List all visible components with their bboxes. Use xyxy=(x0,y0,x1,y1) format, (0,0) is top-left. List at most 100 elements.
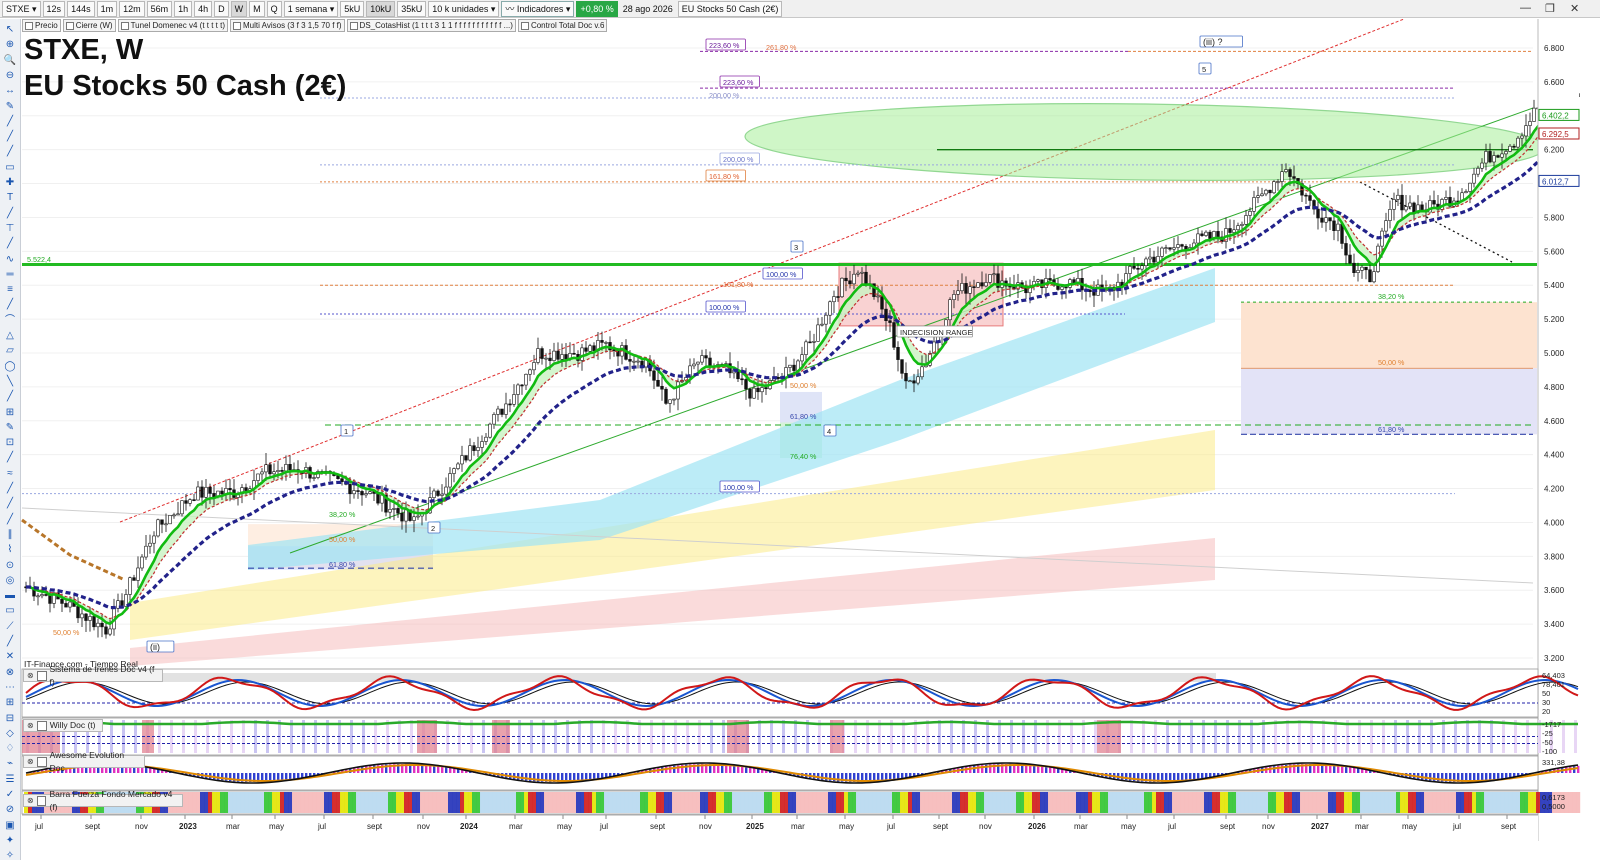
restore-icon[interactable]: ❐ xyxy=(1545,2,1555,15)
drawing-tool-icon[interactable]: ◎ xyxy=(3,574,17,587)
drawing-tool-icon[interactable]: ✦ xyxy=(3,834,17,847)
drawing-tool-icon[interactable]: ◇ xyxy=(3,727,17,740)
drawing-tool-icon[interactable]: T xyxy=(3,191,17,204)
drawing-tool-icon[interactable]: △ xyxy=(3,329,17,342)
drawing-tool-icon[interactable]: ⋯ xyxy=(3,681,17,694)
drawing-tool-icon[interactable]: ◯ xyxy=(3,360,17,373)
drawing-tool-icon[interactable]: ⊙ xyxy=(3,559,17,572)
drawing-tool-icon[interactable]: ═ xyxy=(3,268,17,281)
drawing-tool-icon[interactable]: ⌒ xyxy=(3,314,17,327)
timeframe-button-144s[interactable]: 144s xyxy=(67,1,95,17)
drawing-tool-icon[interactable]: ▬ xyxy=(3,589,17,602)
checkbox-icon[interactable] xyxy=(37,671,47,681)
checkbox-icon[interactable] xyxy=(233,22,241,30)
drawing-tool-icon[interactable]: ⊡ xyxy=(3,436,17,449)
timeframe-button-d[interactable]: D xyxy=(214,1,229,17)
panel-label-awesome[interactable]: ⊗Awesome Evolution Doc xyxy=(23,755,145,768)
drawing-tool-icon[interactable]: ╱ xyxy=(3,130,17,143)
drawing-tool-icon[interactable]: ↔ xyxy=(3,84,17,97)
panel-label-trenes[interactable]: ⊗Sistema de trenes Doc v4 (f f) xyxy=(23,669,163,682)
timeframe-button-q[interactable]: Q xyxy=(267,1,282,17)
drawing-tool-icon[interactable]: ⊤ xyxy=(3,222,17,235)
checkbox-icon[interactable] xyxy=(37,796,47,806)
checkbox-icon[interactable] xyxy=(37,721,47,731)
instrument-label[interactable]: EU Stocks 50 Cash (2€) xyxy=(678,1,783,17)
timeframe-button-56m[interactable]: 56m xyxy=(147,1,173,17)
timeframe-button-w[interactable]: W xyxy=(231,1,248,17)
drawing-tool-icon[interactable]: ⊞ xyxy=(3,696,17,709)
drawing-tool-icon[interactable]: ∥ xyxy=(3,528,17,541)
drawing-tool-icon[interactable]: ↖ xyxy=(3,23,17,36)
drawing-tool-icon[interactable]: ≡ xyxy=(3,283,17,296)
drawing-tool-icon[interactable]: ⊞ xyxy=(3,406,17,419)
drawing-tool-icon[interactable]: ✚ xyxy=(3,176,17,189)
close-icon[interactable]: ⊗ xyxy=(27,669,34,682)
price-chart[interactable]: 6.8006.6006.4006.2006.0005.8005.6005.400… xyxy=(21,19,1600,860)
drawing-tool-icon[interactable]: ╱ xyxy=(3,115,17,128)
drawing-tool-icon[interactable]: ╱ xyxy=(3,497,17,510)
drawing-tool-icon[interactable]: 🔍 xyxy=(3,54,17,67)
drawing-tool-icon[interactable]: ✕ xyxy=(3,650,17,663)
unit-button-10ku[interactable]: 10kU xyxy=(366,1,395,17)
close-icon[interactable]: ⊗ xyxy=(27,794,34,807)
panel-label-barra[interactable]: ⊗Barra Fuerza Fondo Mercado v4 (f) xyxy=(23,794,183,807)
timeframe-button-m[interactable]: M xyxy=(249,1,265,17)
drawing-tool-icon[interactable]: ╱ xyxy=(3,145,17,158)
indicator-tab[interactable]: Tunel Domenec v4 (t t t t t) xyxy=(118,19,228,32)
checkbox-icon[interactable] xyxy=(25,22,33,30)
drawing-tool-icon[interactable]: ✧ xyxy=(3,849,17,862)
drawing-tool-icon[interactable]: ⌇ xyxy=(3,543,17,556)
indicator-tab[interactable]: DS_CotasHist (1 t t t 3 1 1 f f f f f f … xyxy=(347,19,516,32)
drawing-tool-icon[interactable]: ✎ xyxy=(3,100,17,113)
symbol-selector[interactable]: STXE ▾ xyxy=(2,1,41,17)
drawing-tool-icon[interactable]: ⊘ xyxy=(3,803,17,816)
drawing-tool-icon[interactable]: ╱ xyxy=(3,451,17,464)
drawing-tool-icon[interactable]: ╱ xyxy=(3,635,17,648)
checkbox-icon[interactable] xyxy=(37,757,47,767)
minimize-icon[interactable]: — xyxy=(1520,2,1531,14)
drawing-tool-icon[interactable]: ✎ xyxy=(3,421,17,434)
checkbox-icon[interactable] xyxy=(66,22,74,30)
drawing-tool-icon[interactable]: ╱ xyxy=(3,237,17,250)
drawing-tool-icon[interactable]: ╱ xyxy=(3,513,17,526)
drawing-tool-icon[interactable]: ♢ xyxy=(3,742,17,755)
drawing-tool-icon[interactable]: ▣ xyxy=(3,819,17,832)
indicator-tab[interactable]: Control Total Doc v.6 xyxy=(518,19,608,32)
drawing-tool-icon[interactable]: ⌁ xyxy=(3,757,17,770)
drawing-tool-icon[interactable]: ╲ xyxy=(3,375,17,388)
drawing-tool-icon[interactable]: ╱ xyxy=(3,390,17,403)
indicator-tab[interactable]: Precio xyxy=(22,19,61,32)
timeframe-button-4h[interactable]: 4h xyxy=(194,1,212,17)
checkbox-icon[interactable] xyxy=(521,22,529,30)
drawing-tool-icon[interactable]: ╱ xyxy=(3,298,17,311)
timeframe-button-1m[interactable]: 1m xyxy=(97,1,118,17)
drawing-tool-icon[interactable]: ≈ xyxy=(3,467,17,480)
drawing-tool-icon[interactable]: ⊕ xyxy=(3,38,17,51)
timeframe-button-12s[interactable]: 12s xyxy=(43,1,66,17)
drawing-tool-icon[interactable]: ☰ xyxy=(3,773,17,786)
checkbox-icon[interactable] xyxy=(350,22,358,30)
timeframe-button-1h[interactable]: 1h xyxy=(174,1,192,17)
indicator-tab[interactable]: Multi Avisos (3 f 3 1,5 70 f f) xyxy=(230,19,345,32)
close-icon[interactable]: ⊗ xyxy=(27,719,34,732)
close-icon[interactable]: ✕ xyxy=(1570,2,1579,15)
unit-select[interactable]: 10 k unidades ▾ xyxy=(428,1,499,17)
drawing-tool-icon[interactable]: ∿ xyxy=(3,253,17,266)
drawing-tool-icon[interactable]: ▱ xyxy=(3,344,17,357)
unit-button-5ku[interactable]: 5kU xyxy=(340,1,364,17)
close-icon[interactable]: ⊗ xyxy=(27,755,34,768)
timeframe-button-12m[interactable]: 12m xyxy=(119,1,145,17)
drawing-tool-icon[interactable]: ▭ xyxy=(3,161,17,174)
drawing-tool-icon[interactable]: ✓ xyxy=(3,788,17,801)
indicators-button[interactable]: 〰 Indicadores ▾ xyxy=(501,1,574,17)
drawing-tool-icon[interactable]: ╱ xyxy=(3,207,17,220)
indicator-tab[interactable]: Cierre (W) xyxy=(63,19,116,32)
checkbox-icon[interactable] xyxy=(121,22,129,30)
drawing-tool-icon[interactable]: ⟋ xyxy=(3,620,17,633)
panel-label-willy[interactable]: ⊗Willy Doc (t) xyxy=(23,719,103,732)
drawing-tool-icon[interactable]: ╱ xyxy=(3,482,17,495)
period-select[interactable]: 1 semana ▾ xyxy=(284,1,339,17)
drawing-tool-icon[interactable]: ⊖ xyxy=(3,69,17,82)
drawing-tool-icon[interactable]: ⊟ xyxy=(3,712,17,725)
drawing-tool-icon[interactable]: ▭ xyxy=(3,604,17,617)
